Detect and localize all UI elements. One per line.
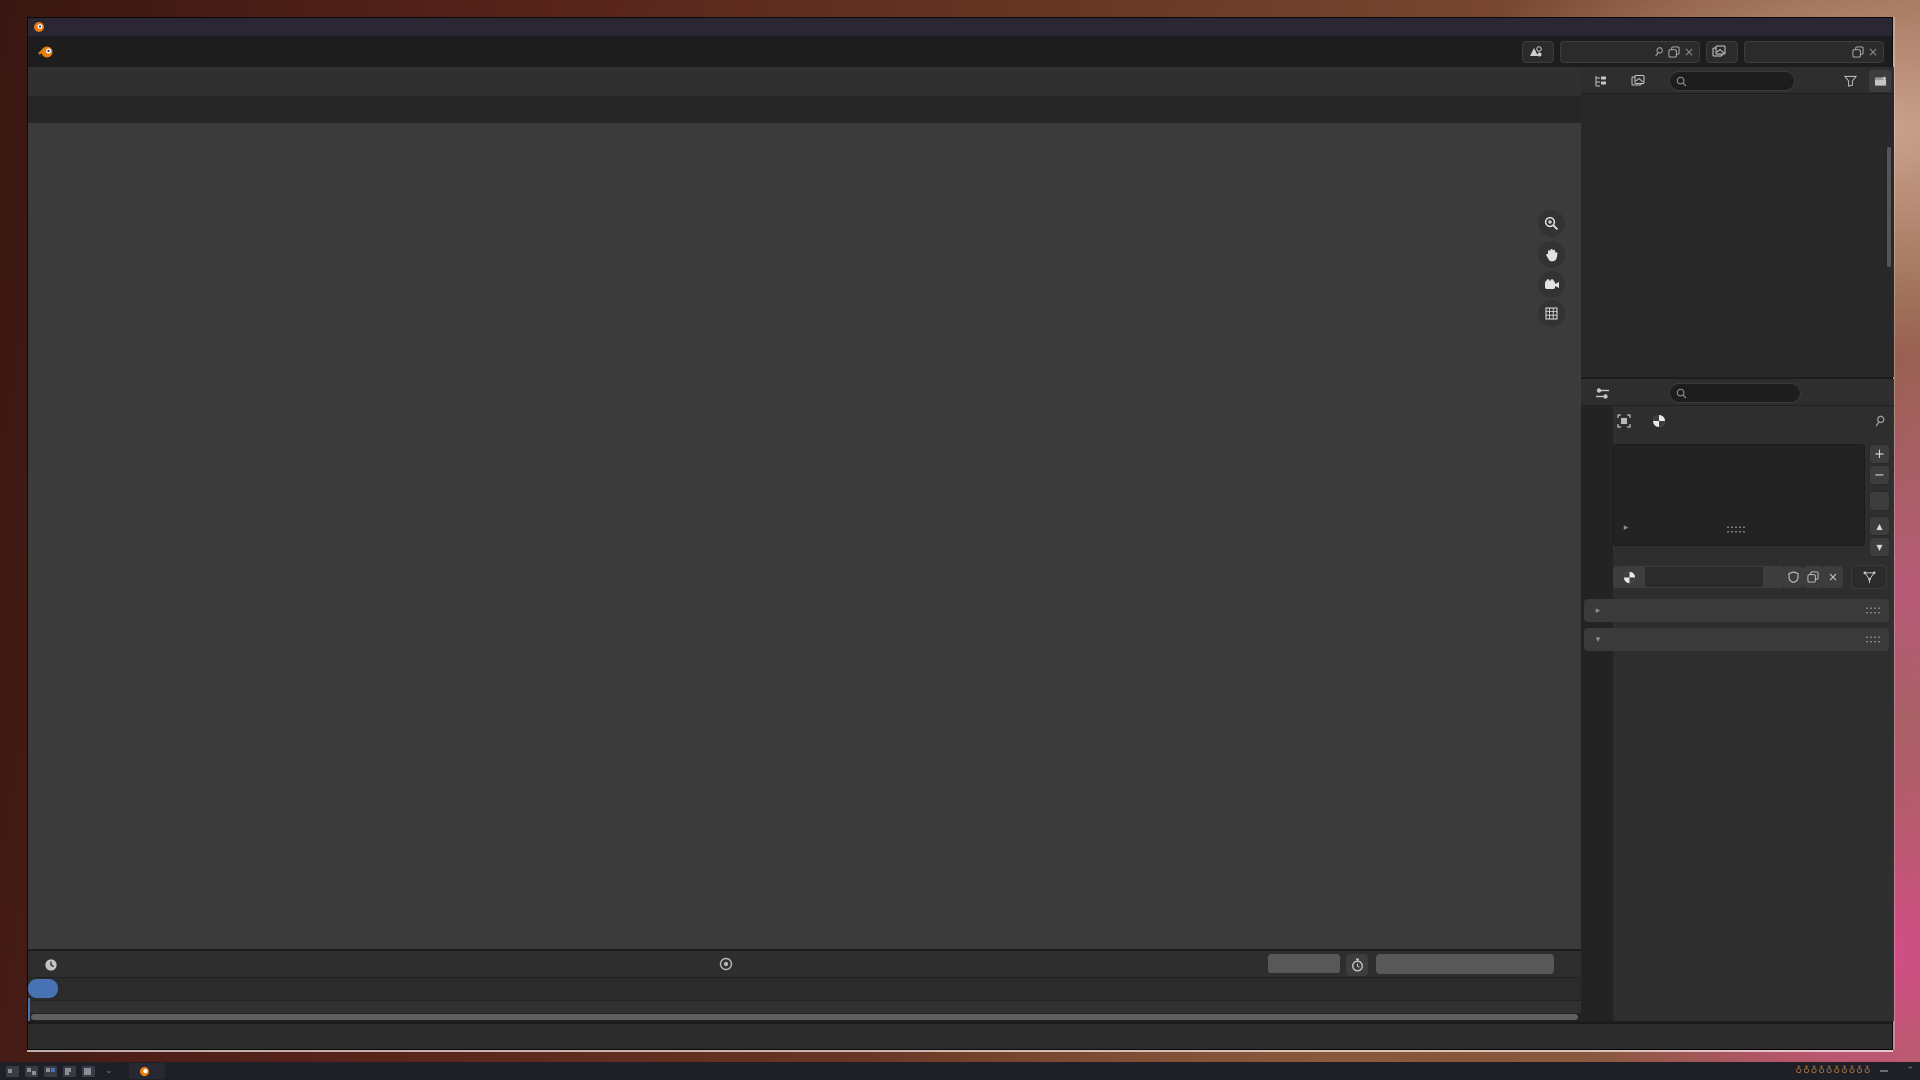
outliner-filter-display-button[interactable] xyxy=(1623,70,1653,92)
outliner-scrollbar[interactable] xyxy=(1887,147,1891,267)
surface-panel-header[interactable]: ▾ xyxy=(1584,628,1889,651)
current-frame-field[interactable] xyxy=(1268,954,1340,973)
properties-search-input[interactable] xyxy=(1669,383,1801,403)
workspace-pager-1[interactable] xyxy=(6,1066,19,1077)
workspace-pager-5[interactable] xyxy=(82,1066,95,1077)
scene-render xyxy=(28,123,1581,949)
remove-material-slot-button[interactable]: − xyxy=(1869,465,1890,485)
funnel-icon xyxy=(1844,75,1857,87)
blender-window: × × xyxy=(27,17,1893,1050)
material-slot-list: ▸ xyxy=(1613,444,1865,546)
viewport-3d[interactable] xyxy=(28,123,1581,949)
pin-icon xyxy=(1650,43,1666,59)
slot-list-expand-icon[interactable]: ▸ xyxy=(1620,523,1632,533)
pan-tool-icon[interactable] xyxy=(1538,241,1565,268)
outliner-filter-button[interactable] xyxy=(1834,70,1866,92)
fake-user-shield-icon[interactable] xyxy=(1783,566,1803,588)
playhead[interactable] xyxy=(28,979,58,998)
outliner-search-input[interactable] xyxy=(1669,71,1795,91)
material-users-count[interactable] xyxy=(1763,566,1783,588)
properties-editor: ▸ + − ▲ ▼ × ▸ ▾ xyxy=(1581,379,1894,1021)
new-collection-button[interactable] xyxy=(1869,70,1891,92)
properties-editor-type-button[interactable] xyxy=(1586,382,1618,404)
timeline-editor xyxy=(28,951,1581,1021)
remove-viewlayer-icon: × xyxy=(1868,45,1878,59)
material-specials-button[interactable] xyxy=(1869,491,1890,511)
timeline-track[interactable] xyxy=(28,1001,1581,1013)
preview-panel-header[interactable]: ▸ xyxy=(1584,599,1889,622)
viewport-header xyxy=(28,67,1581,97)
record-button[interactable] xyxy=(716,955,736,973)
clock-icon xyxy=(44,958,58,972)
workspace-pager-3[interactable] xyxy=(44,1066,57,1077)
scene-selectors: × × xyxy=(1522,41,1884,63)
workspace-pager-2[interactable] xyxy=(25,1066,38,1077)
material-icon xyxy=(1652,414,1666,428)
toggle-perspective-icon[interactable] xyxy=(1538,300,1565,327)
viewlayer-browse-button[interactable] xyxy=(1706,41,1738,63)
slot-list-grip[interactable] xyxy=(1726,525,1746,534)
add-material-slot-button[interactable]: + xyxy=(1869,444,1890,464)
timeline-header xyxy=(28,951,1581,978)
workspace-pager-4[interactable] xyxy=(63,1066,76,1077)
browse-material-button[interactable] xyxy=(1613,566,1645,588)
tray-icons[interactable]: ♁♁♁♁♁♁♁♁♁♁ xyxy=(1796,1066,1872,1076)
taskbar-menu-chevron[interactable]: ⌃ xyxy=(1906,1066,1914,1076)
auto-keying-stopwatch-icon[interactable] xyxy=(1346,954,1368,976)
tool-settings-bar xyxy=(28,97,1581,123)
material-name-field[interactable] xyxy=(1645,566,1763,588)
properties-tab-strip xyxy=(1581,406,1613,1021)
new-material-icon[interactable] xyxy=(1803,566,1823,588)
outliner-editor xyxy=(1581,67,1894,377)
topbar: × × xyxy=(28,36,1892,67)
unlink-material-icon[interactable]: × xyxy=(1823,566,1843,588)
move-slot-down-button[interactable]: ▼ xyxy=(1869,537,1890,557)
scene-browse-button[interactable] xyxy=(1522,41,1554,63)
outliner-display-mode-button[interactable] xyxy=(1586,70,1616,92)
blender-logo-icon xyxy=(33,21,45,33)
taskbar-window-button[interactable] xyxy=(129,1063,165,1079)
material-node-filter-button[interactable] xyxy=(1851,565,1887,589)
material-datablock-row: × xyxy=(1613,566,1887,588)
viewlayer-name-field[interactable]: × xyxy=(1744,41,1884,63)
breadcrumb xyxy=(1617,410,1887,432)
timeline-editor-type-button[interactable] xyxy=(34,954,68,976)
camera-view-icon[interactable] xyxy=(1538,271,1565,298)
taskbar-blender-icon xyxy=(139,1066,150,1077)
window-titlebar[interactable] xyxy=(28,18,1892,36)
timeline-ruler[interactable] xyxy=(28,978,1581,1001)
navigation-gizmo[interactable] xyxy=(1473,129,1557,213)
desktop-taskbar: ⌄ ♁♁♁♁♁♁♁♁♁♁ ⌃ xyxy=(0,1062,1920,1080)
taskbar-collapse-icon[interactable]: ⌄ xyxy=(105,1066,113,1076)
tray-badge[interactable] xyxy=(1880,1070,1888,1072)
status-bar xyxy=(28,1023,1892,1049)
timeline-scrollbar[interactable] xyxy=(28,1013,1581,1021)
outliner-header xyxy=(1581,67,1894,94)
scene-name-field[interactable]: × xyxy=(1560,41,1700,63)
move-slot-up-button[interactable]: ▲ xyxy=(1869,516,1890,536)
search-icon xyxy=(1676,76,1687,87)
pin-id-icon[interactable] xyxy=(1873,414,1886,428)
blender-app-icon[interactable] xyxy=(38,45,54,59)
unlink-scene-icon: × xyxy=(1684,45,1694,59)
frame-range-group xyxy=(1376,954,1554,974)
properties-header xyxy=(1581,379,1894,406)
new-scene-icon xyxy=(1668,46,1680,58)
playhead-line[interactable] xyxy=(28,998,30,1021)
object-icon xyxy=(1617,414,1631,428)
new-viewlayer-icon xyxy=(1852,46,1864,58)
zoom-tool-icon[interactable] xyxy=(1538,210,1565,237)
search-icon xyxy=(1676,388,1687,399)
